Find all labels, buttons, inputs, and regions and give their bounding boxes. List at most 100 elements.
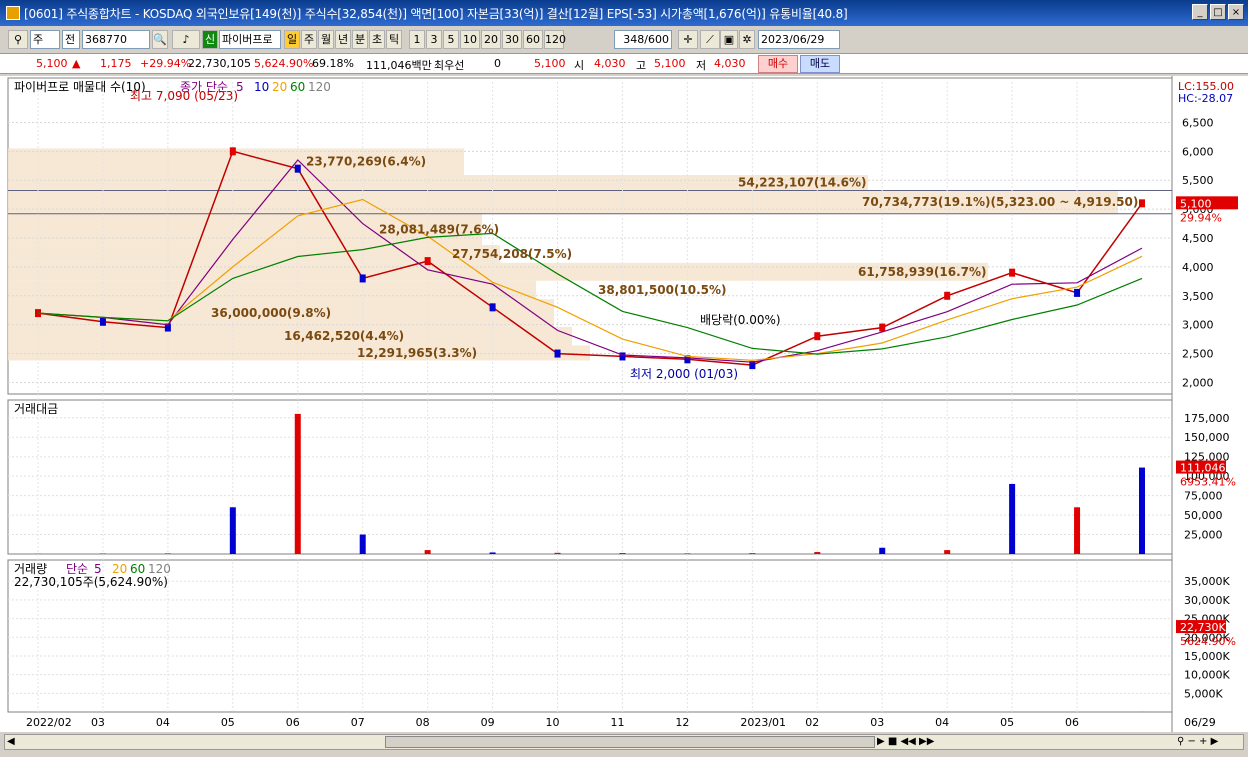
zoom-controls-icon[interactable]: ⚲ − + ▶ (1177, 735, 1218, 749)
volume-ma-period-60: 60 (130, 562, 145, 576)
line-tool-icon[interactable]: ⟋ (700, 30, 720, 49)
price-candle-15 (1009, 268, 1016, 277)
price-tick-9: 6,500 (1182, 116, 1214, 129)
price-tick-7: 5,500 (1182, 174, 1214, 187)
x-tick-12: 02 (805, 716, 819, 729)
type-select[interactable]: 전 (62, 30, 80, 49)
amount-tick-2: 75,000 (1184, 490, 1223, 503)
volume-tick-6: 35,000K (1184, 575, 1230, 588)
price-candle-14 (944, 291, 951, 300)
volume: 22,730,105 (188, 57, 251, 70)
volume-profile-label-6: 38,801,500(10.5%) (598, 283, 727, 297)
period-tab-1[interactable]: 주 (301, 30, 317, 49)
volume-tick-0: 5,000K (1184, 687, 1223, 700)
window-title: [0601] 주식종합차트 - KOSDAQ 외국인보유[149(천)] 주식수… (24, 7, 848, 21)
count-input[interactable]: 348/600 (614, 30, 672, 49)
x-tick-16: 06 (1065, 716, 1079, 729)
code-input[interactable]: 368770 (82, 30, 150, 49)
amount-bar-5 (359, 534, 366, 554)
market-select[interactable]: 주 (30, 30, 60, 49)
count-value: 348 (623, 33, 645, 46)
price-candle-7 (489, 303, 496, 312)
interval-button-5[interactable]: 5 (443, 30, 459, 49)
quote-bar: 5,100 ▲ 1,175 +29.94% 22,730,105 5,624.9… (0, 53, 1248, 74)
minimize-button[interactable]: _ (1192, 4, 1208, 20)
amount-last-pct: 6953.41% (1180, 476, 1236, 489)
gear-icon[interactable]: ✲ (739, 30, 755, 49)
amount-bar-3 (229, 507, 236, 554)
close-button[interactable]: × (1228, 4, 1244, 20)
stock-chart[interactable]: 2,0002,5003,0003,5004,0004,5005,0005,500… (0, 76, 1248, 732)
period-tab-5[interactable]: 초 (369, 30, 385, 49)
save-icon[interactable]: ▣ (720, 30, 738, 49)
x-tick-1: 03 (91, 716, 105, 729)
high-annotation: 최고 7,090 (05/23) (130, 89, 238, 103)
volume-profile-label-4: 27,754,208(7.5%) (452, 247, 572, 261)
volume-profile-label-5: 61,758,939(16.7%) (858, 265, 987, 279)
interval-button-1[interactable]: 1 (409, 30, 425, 49)
interval-button-120[interactable]: 120 (544, 30, 566, 49)
amount-bar-12 (814, 552, 821, 554)
volume-panel-title: 거래량 (14, 562, 47, 576)
speaker-icon[interactable]: ♪ (172, 30, 200, 49)
interval-button-30[interactable]: 30 (502, 30, 522, 49)
price-tick-1: 2,500 (1182, 348, 1214, 361)
amount-tick-0: 25,000 (1184, 529, 1223, 542)
price-candle-5 (359, 274, 366, 283)
volume-tick-2: 15,000K (1184, 650, 1230, 663)
amount-tick-6: 175,000 (1184, 412, 1230, 425)
amount-bar-15 (1009, 483, 1016, 554)
last-price-label: 5,100 (1180, 197, 1212, 210)
volume-tick-1: 10,000K (1184, 669, 1230, 682)
interval-button-60[interactable]: 60 (523, 30, 543, 49)
ma-period-10: 10 (254, 80, 269, 94)
app-icon (6, 6, 20, 20)
sell-button[interactable]: 매도 (800, 55, 840, 73)
amount-bar-13 (879, 547, 886, 554)
period-tab-2[interactable]: 월 (318, 30, 334, 49)
volume-profile-label-7: 36,000,000(9.8%) (211, 306, 331, 320)
amount-bar-9 (619, 553, 626, 554)
price-candle-16 (1074, 288, 1081, 297)
volume-ma-period-5: 5 (94, 562, 102, 576)
volume-ma-period-20: 20 (112, 562, 127, 576)
scroll-left-icon[interactable]: ◀ (7, 735, 15, 749)
amount-bar-8 (554, 552, 561, 554)
volume-profile-label-9: 12,291,965(3.3%) (357, 346, 477, 360)
crosshair-icon[interactable]: ✛ (678, 30, 698, 49)
period-tab-0[interactable]: 일 (284, 30, 300, 49)
high-price: 5,100 (654, 57, 686, 70)
period-tab-6[interactable]: 틱 (386, 30, 402, 49)
price-candle-12 (814, 332, 821, 341)
hoga-qty: 0 (494, 57, 501, 70)
buy-button[interactable]: 매수 (758, 55, 798, 73)
scroll-thumb[interactable] (385, 736, 875, 748)
interval-button-10[interactable]: 10 (460, 30, 480, 49)
period-tab-4[interactable]: 분 (352, 30, 368, 49)
volume-ma-label: 단순 (66, 562, 88, 576)
interval-button-3[interactable]: 3 (426, 30, 442, 49)
x-tick-10: 12 (675, 716, 689, 729)
playback-controls-icon[interactable]: ▶ ■ ◀◀ ▶▶ (877, 735, 934, 749)
price-candle-4 (294, 164, 301, 173)
price-candle-1 (99, 317, 106, 326)
dividend-annotation: 배당락(0.00%) (700, 313, 781, 327)
open-label: 시 (574, 59, 585, 72)
date-input[interactable]: 2023/06/29 (758, 30, 840, 49)
interval-button-20[interactable]: 20 (481, 30, 501, 49)
search-icon[interactable]: 🔍 (152, 30, 168, 49)
stock-name: 파이버프로 (219, 30, 281, 49)
amount-bar-2 (164, 553, 171, 554)
price-candle-17 (1139, 199, 1145, 208)
pin-icon[interactable]: ⚲ (8, 30, 28, 49)
amount-bar-14 (944, 550, 951, 554)
high-label: 고 (636, 59, 647, 72)
maximize-button[interactable]: □ (1210, 4, 1226, 20)
chart-scrollbar[interactable]: ◀ ▶ ■ ◀◀ ▶▶ ⚲ − + ▶ (4, 734, 1244, 750)
ma-period-60: 60 (290, 80, 305, 94)
volume-profile-label-2: 23,770,269(6.4%) (306, 155, 426, 169)
hoga-price: 5,100 (534, 57, 566, 70)
amount-bar-4 (294, 413, 301, 554)
volume-profile-label-1: 54,223,107(14.6%) (738, 176, 867, 190)
period-tab-3[interactable]: 년 (335, 30, 351, 49)
